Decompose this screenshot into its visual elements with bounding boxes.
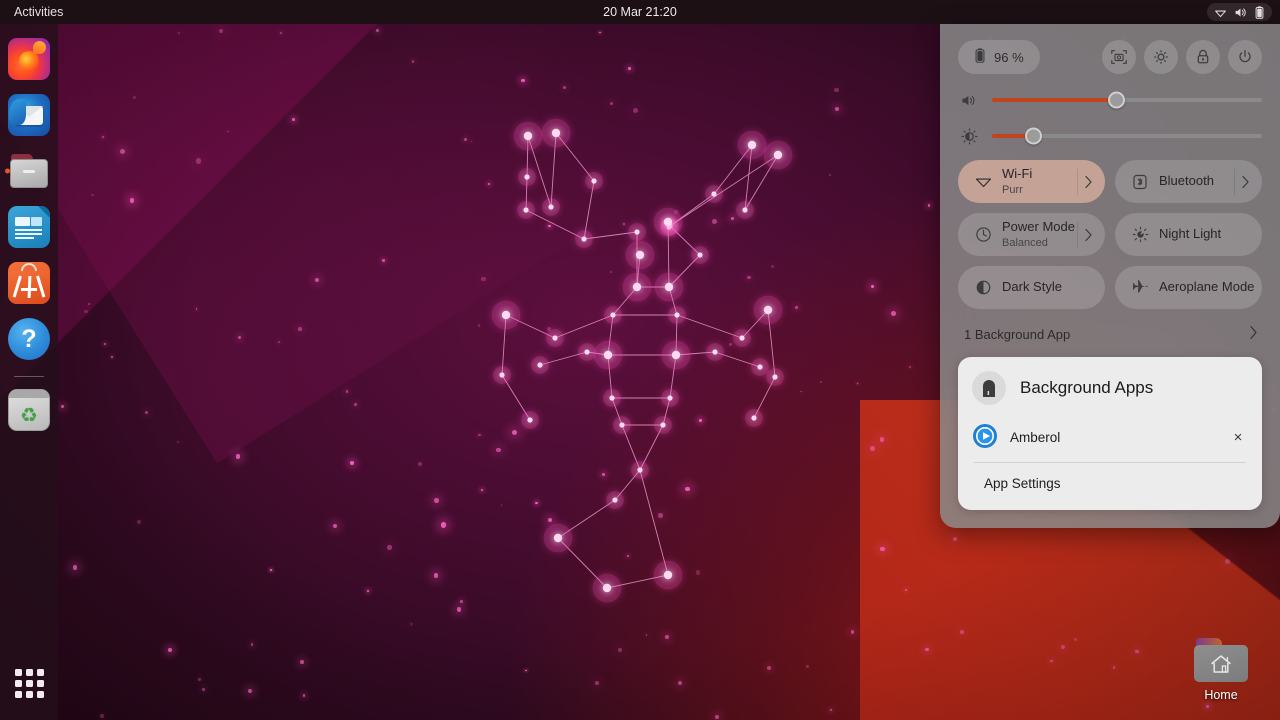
- top-bar: Activities 20 Mar 21:20: [0, 0, 1280, 24]
- tile-bluetooth-text: Bluetooth: [1159, 174, 1234, 189]
- volume-slider-track[interactable]: [992, 98, 1262, 102]
- dock-item-firefox[interactable]: [6, 36, 52, 82]
- tile-wifi-subtitle: Purr: [1002, 184, 1023, 196]
- chevron-right-icon[interactable]: [1249, 325, 1258, 343]
- quick-settings-header: 96 %: [958, 40, 1262, 74]
- close-icon[interactable]: ×: [1228, 428, 1248, 448]
- lock-icon: [1194, 48, 1212, 66]
- speedometer-icon: [972, 226, 994, 243]
- background-apps-card: Background Apps Amberol × App Settings: [958, 357, 1262, 510]
- tile-power-mode-subtitle: Balanced: [1002, 237, 1048, 249]
- desktop-screen: Activities 20 Mar 21:20: [0, 0, 1280, 720]
- brightness-slider-track[interactable]: [992, 134, 1262, 138]
- lock-screen-button[interactable]: [1186, 40, 1220, 74]
- home-folder-icon: [1194, 638, 1248, 682]
- screenshot-button[interactable]: [1102, 40, 1136, 74]
- tile-aeroplane-mode-title: Aeroplane Mode: [1159, 280, 1254, 294]
- clock: 20 Mar 21:20: [0, 5, 1280, 19]
- clock-label[interactable]: 20 Mar 21:20: [603, 5, 677, 19]
- tile-bluetooth-title: Bluetooth: [1159, 174, 1214, 188]
- aeroplane-icon: [1129, 279, 1151, 297]
- tile-wifi-title: Wi-Fi: [1002, 167, 1032, 181]
- battery-percent-label: 96 %: [994, 50, 1024, 65]
- amberol-icon: [972, 423, 998, 452]
- brightness-slider-row: [958, 122, 1262, 150]
- background-apps-icon: [972, 371, 1006, 405]
- volume-icon: [1234, 6, 1247, 19]
- background-apps-row[interactable]: 1 Background App: [958, 323, 1262, 345]
- wifi-icon: [1214, 6, 1227, 19]
- dock-item-thunderbird[interactable]: [6, 92, 52, 138]
- dark-style-icon: [972, 279, 994, 296]
- firefox-icon: [8, 38, 50, 80]
- battery-icon: [974, 48, 986, 66]
- home-icon-label: Home: [1204, 688, 1237, 702]
- thunderbird-icon: [8, 94, 50, 136]
- dock-separator: [14, 376, 44, 377]
- settings-gear-icon: [1152, 48, 1170, 66]
- volume-icon[interactable]: [958, 93, 980, 108]
- desktop-icon-home[interactable]: Home: [1180, 638, 1262, 702]
- tile-dark-style-title: Dark Style: [1002, 280, 1062, 294]
- power-button[interactable]: [1228, 40, 1262, 74]
- app-settings-button[interactable]: App Settings: [972, 463, 1248, 504]
- settings-button[interactable]: [1144, 40, 1178, 74]
- tile-power-mode[interactable]: Power Mode Balanced: [958, 213, 1105, 256]
- brightness-icon[interactable]: [958, 128, 980, 145]
- ubuntu-software-icon: [8, 262, 50, 304]
- background-app-name: Amberol: [1010, 430, 1216, 445]
- tile-aeroplane-mode[interactable]: Aeroplane Mode: [1115, 266, 1262, 309]
- quick-settings-tiles: Wi-Fi Purr Bluetooth: [958, 160, 1262, 309]
- background-app-item-amberol[interactable]: Amberol ×: [972, 415, 1248, 462]
- dock-item-help[interactable]: ?: [6, 316, 52, 362]
- quick-settings-action-buttons: [1102, 40, 1262, 74]
- activities-label: Activities: [14, 5, 63, 19]
- tile-night-light-title: Night Light: [1159, 227, 1221, 241]
- chevron-right-icon[interactable]: [1234, 169, 1256, 195]
- volume-slider-fill: [992, 98, 1116, 102]
- tile-power-mode-title: Power Mode: [1002, 220, 1075, 234]
- tile-power-mode-text: Power Mode Balanced: [1002, 220, 1077, 249]
- wifi-icon: [972, 175, 994, 188]
- tile-aeroplane-mode-text: Aeroplane Mode: [1159, 280, 1256, 295]
- screenshot-icon: [1110, 48, 1128, 66]
- battery-status-button[interactable]: 96 %: [958, 40, 1040, 74]
- power-icon: [1236, 48, 1254, 66]
- volume-slider-row: [958, 86, 1262, 114]
- trash-icon: ♻: [8, 389, 50, 431]
- tile-dark-style-text: Dark Style: [1002, 280, 1099, 295]
- system-menu-button[interactable]: [1207, 3, 1272, 21]
- dock-item-software[interactable]: [6, 260, 52, 306]
- battery-icon: [1254, 6, 1265, 19]
- app-grid-icon: [15, 669, 44, 698]
- tile-night-light[interactable]: Night Light: [1115, 213, 1262, 256]
- activities-button[interactable]: Activities: [0, 0, 73, 24]
- files-icon: [8, 150, 50, 192]
- tile-wifi[interactable]: Wi-Fi Purr: [958, 160, 1105, 203]
- house-glyph: [1209, 653, 1233, 675]
- tile-night-light-text: Night Light: [1159, 227, 1256, 242]
- dock: ? ♻: [0, 24, 58, 720]
- bluetooth-icon: [1129, 174, 1151, 190]
- show-applications-button[interactable]: [6, 660, 52, 706]
- help-icon: ?: [8, 318, 50, 360]
- background-apps-card-header: Background Apps: [972, 369, 1248, 415]
- tile-wifi-text: Wi-Fi Purr: [1002, 167, 1077, 196]
- brightness-slider-knob[interactable]: [1025, 128, 1042, 145]
- background-apps-count-label: 1 Background App: [964, 327, 1070, 342]
- chevron-right-icon[interactable]: [1077, 169, 1099, 195]
- tile-bluetooth[interactable]: Bluetooth: [1115, 160, 1262, 203]
- libreoffice-writer-icon: [8, 206, 50, 248]
- background-apps-card-title: Background Apps: [1020, 378, 1153, 398]
- chevron-right-icon[interactable]: [1077, 222, 1099, 248]
- night-light-icon: [1129, 226, 1151, 243]
- dock-item-files[interactable]: [6, 148, 52, 194]
- tile-dark-style[interactable]: Dark Style: [958, 266, 1105, 309]
- quick-settings-panel: 96 %: [940, 24, 1280, 528]
- volume-slider-knob[interactable]: [1108, 92, 1125, 109]
- dock-item-libreoffice[interactable]: [6, 204, 52, 250]
- dock-item-trash[interactable]: ♻: [6, 387, 52, 433]
